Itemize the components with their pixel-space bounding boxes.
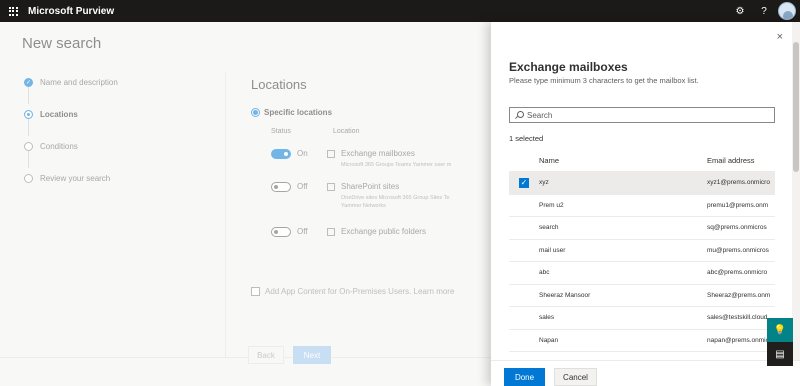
row-name: search [539,224,559,232]
exchange-mailboxes-panel: × Exchange mailboxes Please type minimum… [491,22,800,386]
chat-icon[interactable]: ▤ [767,342,793,366]
top-bar: Microsoft Purview ⚙ ? [0,0,800,22]
waffle-icon[interactable] [0,0,26,22]
name-column-header[interactable]: Name [539,156,707,165]
search-icon [515,111,524,119]
table-row[interactable]: Prem u2 premu1@prems.onm [509,195,775,217]
done-button[interactable]: Done [504,368,545,386]
feedback-icon[interactable]: 💡 [767,318,793,342]
row-checkbox[interactable] [519,290,529,300]
row-email: sq@prems.onmicros [707,224,767,232]
scrollbar-thumb[interactable] [793,42,799,172]
row-name: Napan [539,336,559,344]
panel-title: Exchange mailboxes [509,60,628,74]
selected-count: 1 selected [509,134,544,143]
row-name: abc [539,269,550,277]
modal-overlay[interactable] [0,22,491,386]
row-checkbox[interactable] [519,200,529,210]
close-icon[interactable]: × [777,31,783,43]
panel-subtitle: Please type minimum 3 characters to get … [509,76,699,85]
mailbox-table: Name Email address ✓ xyz xyz1@prems.onmi… [509,150,775,352]
row-email: premu1@prems.onm [707,201,769,209]
app-title[interactable]: Microsoft Purview [28,6,114,17]
row-checkbox[interactable] [519,335,529,345]
avatar[interactable] [778,2,796,20]
table-row[interactable]: abc abc@prems.onmicro [509,262,775,285]
row-name: xyz [539,179,549,187]
table-row[interactable]: Sheeraz Mansoor Sheeraz@prems.onm [509,285,775,307]
gear-icon[interactable]: ⚙ [728,0,752,22]
row-email: Sheeraz@prems.onm [707,291,771,299]
cancel-button[interactable]: Cancel [554,368,597,386]
table-header: Name Email address [509,150,775,172]
row-name: Sheeraz Mansoor [539,291,591,299]
row-checkbox[interactable] [519,313,529,323]
table-row[interactable]: Napan napan@prems.onmic [509,330,775,352]
scrollbar[interactable] [792,22,800,386]
row-email: mu@prems.onmicros [707,246,769,254]
row-email: xyz1@prems.onmicro [707,179,770,187]
row-checkbox[interactable] [519,245,529,255]
row-name: mail user [539,246,566,254]
row-name: sales [539,314,555,322]
row-email: napan@prems.onmic [707,336,769,344]
help-icon[interactable]: ? [752,0,776,22]
row-email: abc@prems.onmicro [707,269,768,277]
table-row[interactable]: ✓ xyz xyz1@prems.onmicro [509,172,775,195]
table-row[interactable]: search sq@prems.onmicros [509,217,775,240]
table-row[interactable]: sales sales@testskill.cloud. [509,307,775,330]
row-checkbox[interactable]: ✓ [519,177,529,188]
row-checkbox[interactable] [519,223,529,233]
select-all-checkbox[interactable] [509,156,519,166]
row-name: Prem u2 [539,201,564,209]
row-email: sales@testskill.cloud. [707,314,770,322]
search-box[interactable] [509,107,775,123]
row-checkbox[interactable] [519,268,529,278]
search-input[interactable] [527,110,767,120]
table-row[interactable]: mail user mu@prems.onmicros [509,240,775,262]
email-column-header[interactable]: Email address [707,156,775,165]
